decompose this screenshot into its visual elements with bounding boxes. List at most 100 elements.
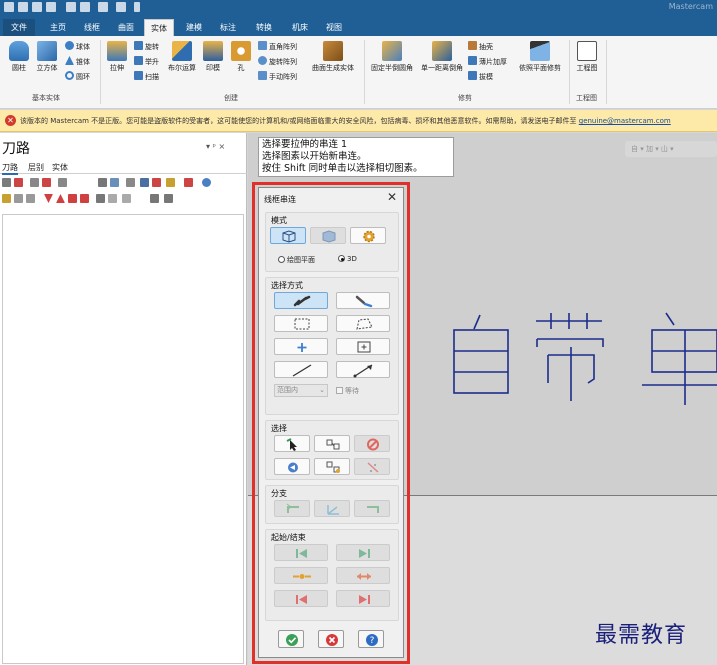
backplot-icon[interactable] xyxy=(58,178,67,187)
move-start-first-button[interactable] xyxy=(274,544,328,561)
tab-file[interactable]: 文件 xyxy=(3,19,35,36)
dynamic-start-button[interactable] xyxy=(274,567,328,584)
sweep-button[interactable]: 扫描 xyxy=(134,71,159,82)
print-icon[interactable] xyxy=(66,2,76,12)
panel-tab-toolpaths[interactable]: 刀路 xyxy=(2,162,18,175)
help-button[interactable]: ? xyxy=(358,630,384,648)
radio-construction-plane[interactable]: 绘图平面 xyxy=(278,255,315,265)
reverse-direction-button[interactable] xyxy=(336,567,390,584)
undo-icon[interactable] xyxy=(98,2,108,12)
warning-email-link[interactable]: genuine@mastercam.com xyxy=(579,117,671,125)
rot-array-button[interactable]: 旋转阵列 xyxy=(258,56,297,67)
reverse-select-button[interactable] xyxy=(354,458,390,475)
move-start-last-button[interactable] xyxy=(336,544,390,561)
select-partial-button[interactable] xyxy=(314,458,350,475)
move-end-first-button[interactable] xyxy=(274,590,328,607)
save-icon[interactable] xyxy=(32,2,42,12)
toolpath-tree[interactable] xyxy=(2,214,244,664)
new-icon[interactable] xyxy=(4,2,14,12)
open-icon[interactable] xyxy=(18,2,28,12)
radio-3d[interactable]: 3D xyxy=(338,255,357,263)
fixed-fillet-button[interactable]: 固定半倒圆角 xyxy=(368,41,416,73)
solid-mode-button[interactable] xyxy=(310,227,346,244)
tab-annotate[interactable]: 标注 xyxy=(214,19,242,36)
cube-button[interactable]: 立方体 xyxy=(34,41,60,73)
select-end-button[interactable] xyxy=(314,435,350,452)
polygon-button[interactable] xyxy=(336,315,390,332)
ok-button[interactable] xyxy=(278,630,304,648)
tab-wireframe[interactable]: 线框 xyxy=(78,19,106,36)
lock-toolpath-icon[interactable] xyxy=(2,194,11,203)
single-entity-button[interactable] xyxy=(274,361,328,378)
surface-to-solid-button[interactable]: 曲面生成实体 xyxy=(306,41,360,73)
toolpath-display-icon[interactable] xyxy=(122,194,131,203)
torus-button[interactable]: 圆环 xyxy=(65,71,90,82)
g1-post-icon[interactable] xyxy=(126,178,135,187)
only-selected-icon[interactable] xyxy=(96,194,105,203)
options-mode-button[interactable] xyxy=(350,227,386,244)
lock-icon[interactable] xyxy=(166,178,175,187)
draft-button[interactable]: 拔模 xyxy=(468,71,493,82)
insert-arrow-icon[interactable] xyxy=(68,194,77,203)
tab-home[interactable]: 主页 xyxy=(44,19,72,36)
branch-back-button[interactable] xyxy=(274,500,310,517)
simulate-icon[interactable] xyxy=(110,178,119,187)
shell-button[interactable]: 抽壳 xyxy=(468,41,493,52)
redo-icon[interactable] xyxy=(116,2,126,12)
branch-select-button[interactable] xyxy=(314,500,350,517)
wireframe-char-3[interactable] xyxy=(642,312,717,405)
cone-button[interactable]: 锥体 xyxy=(65,56,90,67)
wireframe-char-1[interactable] xyxy=(453,314,509,394)
revolve-button[interactable]: 旋转 xyxy=(134,41,159,52)
loft-button[interactable]: 举升 xyxy=(134,56,159,67)
area-button[interactable] xyxy=(336,338,390,355)
tab-model[interactable]: 建模 xyxy=(180,19,208,36)
mold-button[interactable]: 印模 xyxy=(202,41,224,73)
post-icon[interactable] xyxy=(140,178,149,187)
tab-solids[interactable]: 实体 xyxy=(144,19,174,36)
tab-machine[interactable]: 机床 xyxy=(286,19,314,36)
move-end-last-button[interactable] xyxy=(336,590,390,607)
branch-forward-button[interactable] xyxy=(354,500,390,517)
panel-pin-close-controls[interactable]: ▾ ᵖ × xyxy=(206,142,225,151)
wireframe-mode-button[interactable] xyxy=(270,227,306,244)
panel-tab-levels[interactable]: 层别 xyxy=(28,162,44,173)
boolean-button[interactable]: 布尔运算 xyxy=(166,41,198,73)
move-up-icon[interactable] xyxy=(56,194,65,203)
config-icon[interactable] xyxy=(164,194,173,203)
select-all-icon[interactable] xyxy=(2,178,11,187)
high-feed-icon[interactable] xyxy=(152,178,161,187)
chamfer-button[interactable]: 单一距离倒角 xyxy=(418,41,466,73)
unselect-button[interactable] xyxy=(354,435,390,452)
help-icon[interactable] xyxy=(202,178,211,187)
select-last-button[interactable] xyxy=(274,435,310,452)
hole-button[interactable]: 孔 xyxy=(230,41,252,73)
toggle-display-icon[interactable] xyxy=(14,194,23,203)
export-icon[interactable] xyxy=(80,2,90,12)
verify-icon[interactable] xyxy=(98,178,107,187)
extrude-button[interactable]: 拉伸 xyxy=(106,41,128,73)
touch-button[interactable] xyxy=(336,292,390,309)
thicken-button[interactable]: 薄片加厚 xyxy=(468,56,507,67)
regen-icon[interactable] xyxy=(30,178,39,187)
unselect-icon[interactable] xyxy=(14,178,23,187)
toggle-posting-icon[interactable] xyxy=(26,194,35,203)
single-point-button[interactable] xyxy=(274,338,328,355)
save-as-icon[interactable] xyxy=(46,2,56,12)
tab-transform[interactable]: 转换 xyxy=(250,19,278,36)
scope-dropdown[interactable]: 范围内 ⌄ xyxy=(274,384,328,397)
regen-dirty-icon[interactable] xyxy=(42,178,51,187)
layout-button[interactable]: 工程图 xyxy=(574,41,600,73)
scroll-insert-icon[interactable] xyxy=(80,194,89,203)
display-options-icon[interactable] xyxy=(108,194,117,203)
rect-array-button[interactable]: 直角阵列 xyxy=(258,41,297,52)
cylinder-button[interactable]: 圆柱 xyxy=(8,41,30,73)
tab-surfaces[interactable]: 曲面 xyxy=(112,19,140,36)
trim-plane-button[interactable]: 依照平面修剪 xyxy=(514,41,566,73)
customize-icon[interactable] xyxy=(134,2,140,12)
cancel-button[interactable] xyxy=(318,630,344,648)
dialog-close-button[interactable]: ✕ xyxy=(387,190,397,204)
wait-checkbox[interactable]: 等待 xyxy=(336,386,359,396)
chain-button[interactable] xyxy=(274,292,328,309)
wireframe-char-2[interactable] xyxy=(536,313,604,401)
